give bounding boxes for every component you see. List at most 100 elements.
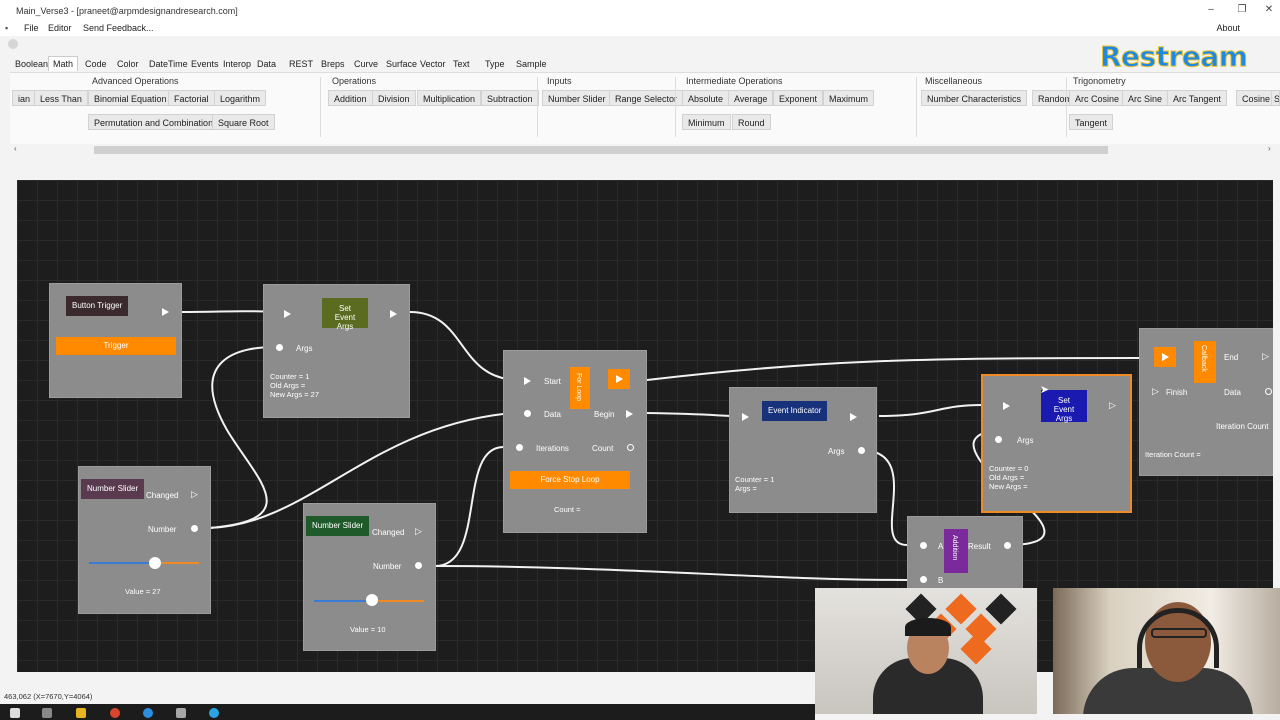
app-icon[interactable] (176, 708, 186, 718)
edge-icon[interactable] (143, 708, 153, 718)
tab-data[interactable]: Data (254, 58, 279, 70)
args-port[interactable] (995, 436, 1002, 443)
tab-code[interactable]: Code (82, 58, 110, 70)
slider-knob[interactable] (149, 557, 161, 569)
number-port[interactable] (191, 525, 198, 532)
tab-interop[interactable]: Interop (220, 58, 254, 70)
tab-vector[interactable]: Vector (417, 58, 449, 70)
ribbon-button-binomial-equation[interactable]: Binomial Equation (88, 90, 173, 106)
input-b-port[interactable] (920, 576, 927, 583)
changed-port-icon[interactable]: ▷ (191, 490, 198, 499)
menu-editor[interactable]: Editor (48, 23, 72, 33)
ribbon-button-less-than[interactable]: Less Than (34, 90, 88, 106)
ribbon-button-range-selector[interactable]: Range Selector (609, 90, 684, 106)
finish-port-icon[interactable]: ▷ (1152, 387, 1159, 396)
input-port-icon[interactable] (742, 413, 749, 421)
data-port[interactable] (1265, 388, 1272, 395)
ribbon-button-addition[interactable]: Addition (328, 90, 373, 106)
input-port-icon[interactable] (1003, 402, 1010, 410)
node-button-trigger[interactable]: Button Trigger Trigger (49, 283, 182, 398)
scroll-right-icon[interactable]: › (1268, 144, 1271, 153)
tab-breps[interactable]: Breps (318, 58, 348, 70)
tab-datetime[interactable]: DateTime (146, 58, 191, 70)
task-view-icon[interactable] (42, 708, 52, 718)
tab-boolean[interactable]: Boolean (12, 58, 51, 70)
record-icon[interactable] (8, 39, 18, 49)
tab-text[interactable]: Text (450, 58, 473, 70)
node-set-event-args-selected[interactable]: Set Event Args ▷ Args Counter = 0 Old Ar… (981, 374, 1132, 513)
tab-surface[interactable]: Surface (383, 58, 420, 70)
ribbon-button-logarithm[interactable]: Logarithm (214, 90, 267, 106)
menu-file[interactable]: File (24, 23, 39, 33)
loop-output-badge[interactable] (608, 369, 630, 389)
start-port-icon[interactable] (524, 377, 531, 385)
minimize-icon[interactable]: – (1204, 4, 1218, 16)
tab-events[interactable]: Events (188, 58, 222, 70)
ribbon-button-sine[interactable]: Si (1271, 90, 1280, 106)
ribbon-button-arc-sine[interactable]: Arc Sine (1122, 90, 1169, 106)
tab-sample[interactable]: Sample (513, 58, 550, 70)
args-port[interactable] (276, 344, 283, 351)
ribbon-button-absolute[interactable]: Absolute (682, 90, 730, 106)
start-icon[interactable] (10, 708, 20, 718)
output-port-icon[interactable] (162, 308, 169, 316)
output-port-icon[interactable]: ▷ (1109, 401, 1116, 410)
tab-type[interactable]: Type (482, 58, 508, 70)
ribbon-button-tangent[interactable]: Tangent (1069, 114, 1114, 130)
ribbon-button-maximum[interactable]: Maximum (823, 90, 875, 106)
maximize-icon[interactable]: ❐ (1235, 4, 1249, 16)
changed-port-icon[interactable]: ▷ (415, 527, 422, 536)
force-stop-loop-button[interactable]: Force Stop Loop (510, 471, 630, 489)
callback-input-icon[interactable] (1162, 353, 1169, 361)
args-port[interactable] (858, 447, 865, 454)
ribbon-scrollbar[interactable]: ‹ › (10, 144, 1280, 156)
ribbon-button-number-slider[interactable]: Number Slider (542, 90, 612, 106)
browser-icon[interactable] (110, 708, 120, 718)
ribbon-button[interactable]: ian (12, 90, 37, 106)
ribbon-button-arc-tangent[interactable]: Arc Tangent (1167, 90, 1227, 106)
node-callback[interactable]: Callback End ▷ ▷ Finish Data Iteration C… (1139, 328, 1273, 476)
ribbon-button-factorial[interactable]: Factorial (168, 90, 215, 106)
end-port-icon[interactable]: ▷ (1262, 352, 1269, 361)
begin-port-icon[interactable] (626, 410, 633, 418)
result-port[interactable] (1004, 542, 1011, 549)
slider-knob[interactable] (366, 594, 379, 606)
tab-curve[interactable]: Curve (351, 58, 381, 70)
node-event-indicator[interactable]: Event Indicator Args Counter = 1 Args = (729, 387, 877, 513)
ribbon-button-multiplication[interactable]: Multiplication (417, 90, 482, 106)
input-a-port[interactable] (920, 542, 927, 549)
output-port-icon[interactable] (390, 310, 397, 318)
ribbon-button-minimum[interactable]: Minimum (682, 114, 731, 130)
output-port-icon[interactable] (850, 413, 857, 421)
trigger-button[interactable]: Trigger (56, 337, 176, 355)
count-port[interactable] (627, 444, 634, 451)
tab-rest[interactable]: REST (286, 58, 316, 70)
loop-output-icon[interactable] (616, 375, 623, 383)
tab-color[interactable]: Color (114, 58, 142, 70)
ribbon-button-cosine[interactable]: Cosine (1236, 90, 1277, 106)
scroll-thumb[interactable] (94, 146, 1108, 154)
telegram-icon[interactable] (209, 708, 219, 718)
file-explorer-icon[interactable] (76, 708, 86, 718)
menu-about[interactable]: About (1216, 23, 1240, 33)
data-port[interactable] (524, 410, 531, 417)
ribbon-button-number-characteristics[interactable]: Number Characteristics (921, 90, 1028, 106)
ribbon-button-round[interactable]: Round (732, 114, 771, 130)
number-port[interactable] (415, 562, 422, 569)
node-number-slider[interactable]: Number Slider Changed ▷ Number Value = 2… (78, 466, 211, 614)
close-icon[interactable]: ✕ (1262, 4, 1276, 16)
menu-send-feedback[interactable]: Send Feedback... (83, 23, 154, 33)
node-for-loop[interactable]: Start For Loop Data Begin Iterations Cou… (503, 350, 647, 533)
app-menu-icon[interactable]: ▪ (5, 23, 8, 33)
ribbon-button-exponent[interactable]: Exponent (773, 90, 824, 106)
ribbon-button-division[interactable]: Division (372, 90, 416, 106)
ribbon-button-square-root[interactable]: Square Root (212, 114, 275, 130)
tab-math[interactable]: Math (48, 56, 79, 71)
node-set-event-args[interactable]: Set Event Args Args Counter = 1 Old Args… (263, 284, 410, 418)
ribbon-button-subtraction[interactable]: Subtraction (481, 90, 539, 106)
callback-input-badge[interactable] (1154, 347, 1176, 367)
node-number-slider[interactable]: Number Slider Changed ▷ Number Value = 1… (303, 503, 436, 651)
ribbon-button-average[interactable]: Average (728, 90, 774, 106)
node-addition[interactable]: Addition A Result B (907, 516, 1023, 596)
scroll-left-icon[interactable]: ‹ (14, 144, 17, 153)
